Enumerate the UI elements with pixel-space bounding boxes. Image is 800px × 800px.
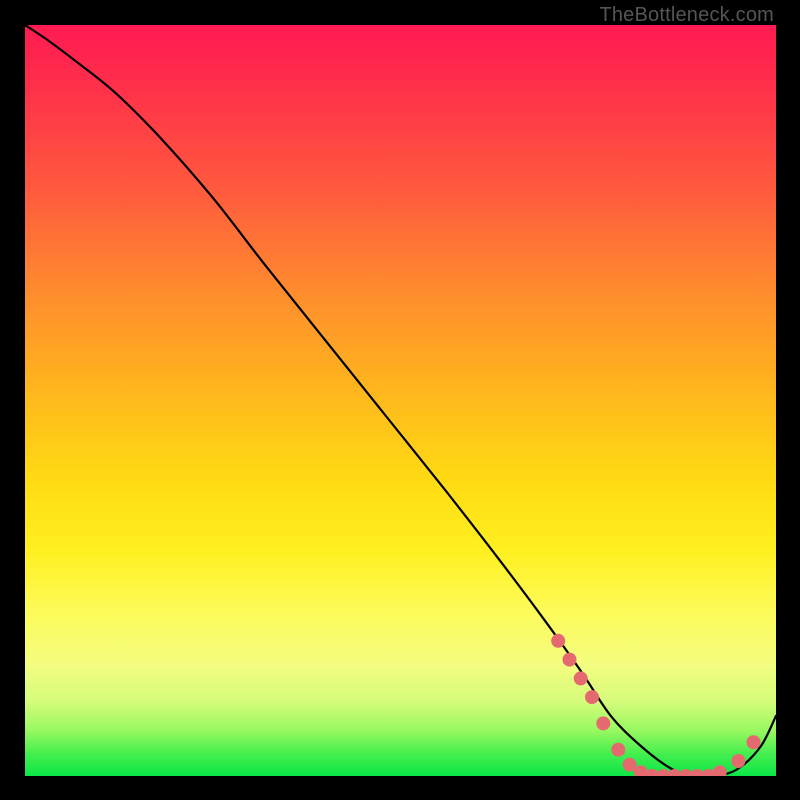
curve-marker [563, 653, 577, 667]
curve-marker [551, 634, 565, 648]
bottleneck-curve [25, 25, 776, 776]
plot-area [25, 25, 776, 776]
curve-marker [747, 735, 761, 749]
curve-marker [596, 716, 610, 730]
curve-marker [713, 765, 727, 776]
curve-marker [585, 690, 599, 704]
watermark-text: TheBottleneck.com [599, 4, 774, 27]
chart-frame: TheBottleneck.com [0, 0, 800, 800]
curve-marker [611, 743, 625, 757]
chart-svg [25, 25, 776, 776]
curve-marker [731, 754, 745, 768]
curve-markers [551, 634, 760, 776]
curve-marker [574, 671, 588, 685]
